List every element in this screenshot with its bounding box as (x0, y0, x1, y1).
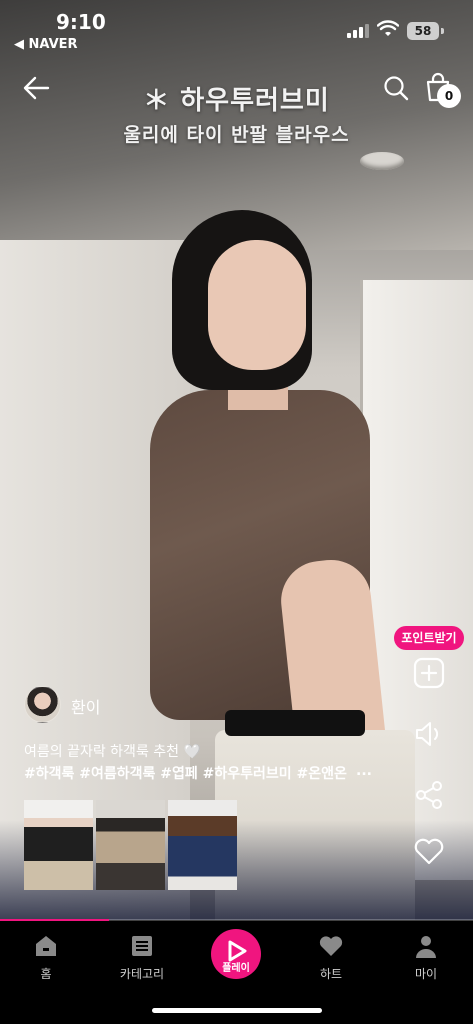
search-icon[interactable] (382, 74, 410, 102)
cellular-signal-icon (347, 24, 369, 38)
point-reward-button[interactable]: 포인트받기 (394, 626, 464, 650)
product-thumbnail-3[interactable] (168, 800, 237, 890)
heart-icon (319, 936, 343, 956)
battery-tip (441, 28, 444, 34)
avatar[interactable] (24, 686, 61, 723)
battery-icon: 58 (407, 22, 439, 40)
share-icon[interactable] (412, 778, 446, 812)
video-person-belt (225, 710, 365, 736)
cart-count-badge: 0 (437, 84, 461, 108)
status-time: 9:10 (56, 10, 106, 34)
status-bar: 9:10 ◀ NAVER 58 (0, 0, 473, 56)
product-thumbnail-2[interactable] (96, 800, 165, 890)
nav-play-label: 플레이 (222, 963, 250, 974)
nav-home-label: 홈 (40, 967, 52, 981)
hashtag-list[interactable]: #하객룩 #여름하객룩 #엽페 #하우투러브미 #온앤온 (24, 763, 384, 783)
home-icon (36, 936, 56, 956)
heart-icon[interactable] (412, 834, 446, 868)
caption-more-button[interactable]: ... (356, 763, 372, 779)
product-thumbnail-1[interactable] (24, 800, 93, 890)
home-indicator (152, 1008, 322, 1013)
nav-my-label: 마이 (414, 967, 438, 981)
video-person-face (208, 240, 306, 370)
video-subtitle: 울리에 타이 반팔 블라우스 (123, 124, 350, 146)
person-icon (416, 936, 436, 958)
video-caption: 여름의 끝자락 하객룩 추천 🤍 (24, 744, 201, 760)
wifi-icon (377, 20, 399, 36)
nav-my[interactable]: 마이 (386, 933, 466, 982)
video-ceiling-light (360, 152, 404, 170)
nav-category-label: 카테고리 (119, 967, 165, 981)
category-list-icon (132, 936, 152, 956)
back-to-app-link[interactable]: ◀ NAVER (14, 37, 78, 52)
nav-like[interactable]: 하트 (291, 933, 371, 982)
nav-play[interactable]: 플레이 (211, 929, 261, 979)
add-box-icon[interactable] (412, 656, 446, 690)
nav-like-label: 하트 (319, 967, 343, 981)
speaker-icon[interactable] (412, 717, 446, 751)
nav-home[interactable]: 홈 (6, 933, 86, 982)
creator-name[interactable]: 환이 (71, 694, 100, 718)
nav-category[interactable]: 카테고리 (102, 933, 182, 982)
